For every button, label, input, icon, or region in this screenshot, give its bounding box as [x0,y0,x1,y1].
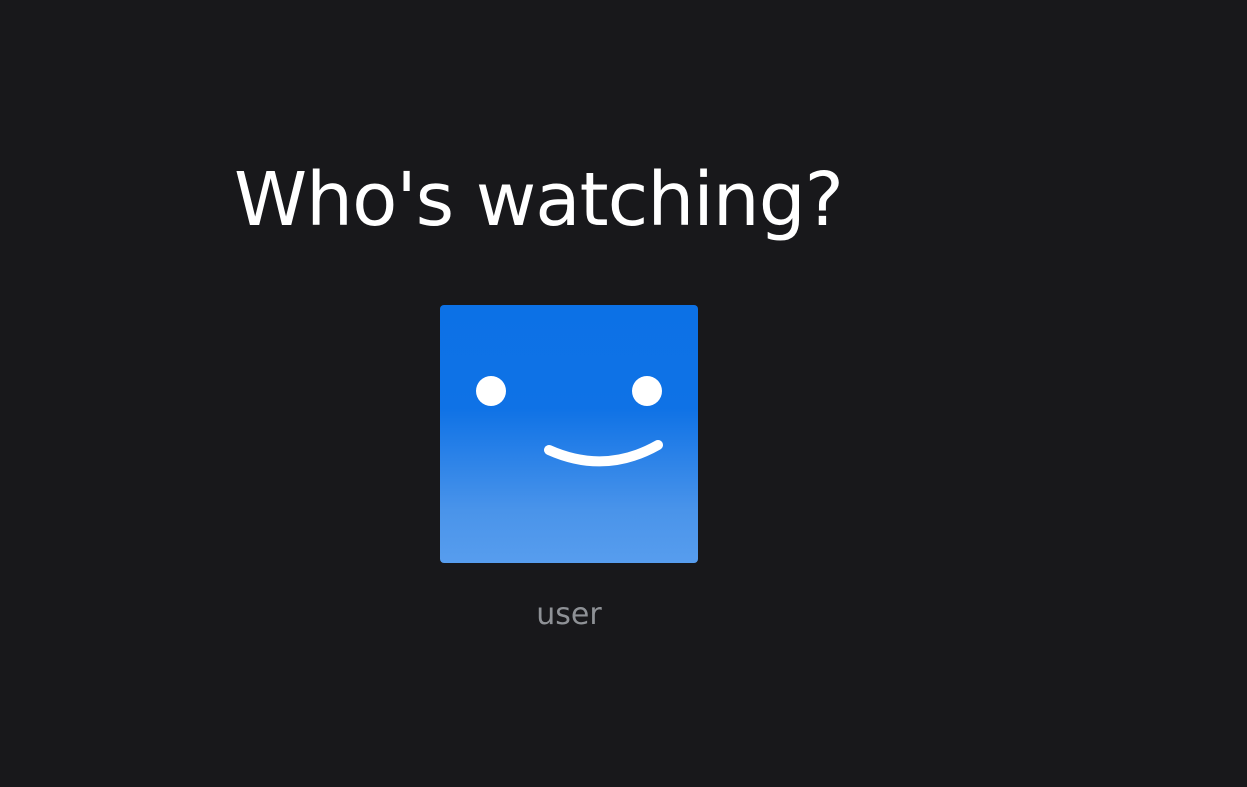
left-eye [476,376,506,406]
page-title: Who's watching? [234,157,844,243]
profile-name[interactable]: user [440,595,698,635]
profile-card-user[interactable]: user [440,305,698,632]
profile-avatar[interactable] [440,305,698,563]
smile-mouth [544,440,663,467]
right-eye [632,376,662,406]
smiley-face-icon [476,376,663,467]
